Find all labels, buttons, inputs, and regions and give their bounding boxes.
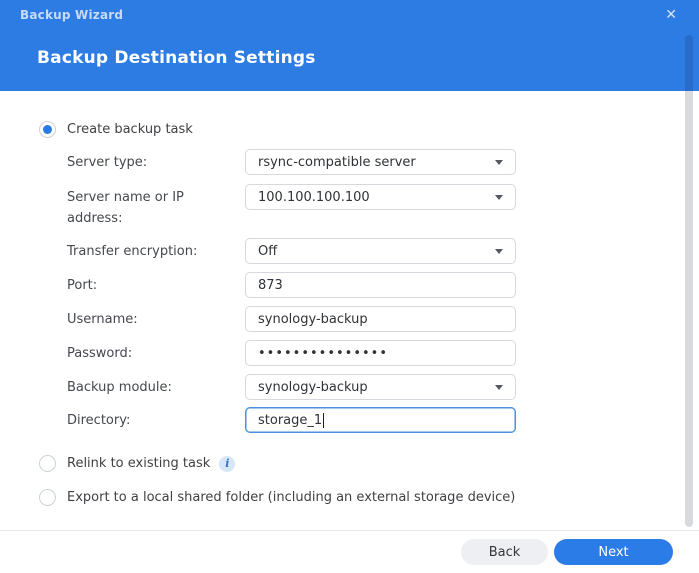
page-title: Backup Destination Settings — [37, 48, 316, 68]
label-directory: Directory: — [67, 413, 131, 428]
directory-input[interactable]: storage_1 — [245, 407, 516, 433]
radio-selected-icon[interactable] — [39, 121, 56, 138]
backup-wizard-dialog: Backup Wizard ✕ Backup Destination Setti… — [0, 0, 699, 573]
footer-divider — [0, 530, 699, 531]
next-button[interactable]: Next — [554, 539, 673, 565]
transfer-encryption-value: Off — [258, 243, 278, 259]
username-value: synology-backup — [258, 311, 368, 327]
server-type-value: rsync-compatible server — [258, 154, 416, 170]
back-button[interactable]: Back — [461, 539, 548, 565]
chevron-down-icon — [495, 385, 503, 390]
radio-label: Create backup task — [67, 122, 193, 137]
radio-label: Export to a local shared folder (includi… — [67, 490, 516, 505]
server-type-dropdown[interactable]: rsync-compatible server — [245, 149, 516, 175]
backup-module-value: synology-backup — [258, 379, 368, 395]
label-username: Username: — [67, 312, 138, 327]
chevron-down-icon — [495, 195, 503, 200]
port-input[interactable]: 873 — [245, 272, 516, 298]
transfer-encryption-dropdown[interactable]: Off — [245, 238, 516, 264]
label-server-name: Server name or IP address: — [67, 190, 184, 226]
window-title: Backup Wizard — [20, 8, 124, 22]
radio-option-export-local-folder[interactable]: Export to a local shared folder (includi… — [39, 489, 515, 506]
radio-label: Relink to existing task — [67, 456, 211, 471]
password-masked-value: ••••••••••••••• — [258, 345, 389, 361]
radio-unselected-icon[interactable] — [39, 455, 56, 472]
radio-option-create-backup-task[interactable]: Create backup task — [39, 121, 193, 138]
info-icon[interactable]: i — [219, 455, 236, 472]
server-name-value: 100.100.100.100 — [258, 189, 370, 205]
label-backup-module: Backup module: — [67, 380, 172, 395]
username-input[interactable]: synology-backup — [245, 306, 516, 332]
label-password: Password: — [67, 346, 133, 361]
port-value: 873 — [258, 277, 283, 293]
radio-option-relink-existing-task[interactable]: Relink to existing task i — [39, 455, 236, 472]
chevron-down-icon — [495, 160, 503, 165]
label-server-type: Server type: — [67, 155, 148, 170]
chevron-down-icon — [495, 249, 503, 254]
label-port: Port: — [67, 278, 98, 293]
close-icon[interactable]: ✕ — [665, 7, 677, 23]
directory-value: storage_1 — [258, 412, 323, 428]
titlebar: Backup Wizard ✕ Backup Destination Setti… — [0, 0, 699, 91]
vertical-scrollbar-thumb[interactable] — [685, 35, 693, 527]
radio-unselected-icon[interactable] — [39, 489, 56, 506]
backup-module-dropdown[interactable]: synology-backup — [245, 374, 516, 400]
text-cursor — [323, 412, 325, 428]
label-transfer-encryption: Transfer encryption: — [67, 244, 198, 259]
server-name-dropdown[interactable]: 100.100.100.100 — [245, 184, 516, 210]
password-input[interactable]: ••••••••••••••• — [245, 340, 516, 366]
